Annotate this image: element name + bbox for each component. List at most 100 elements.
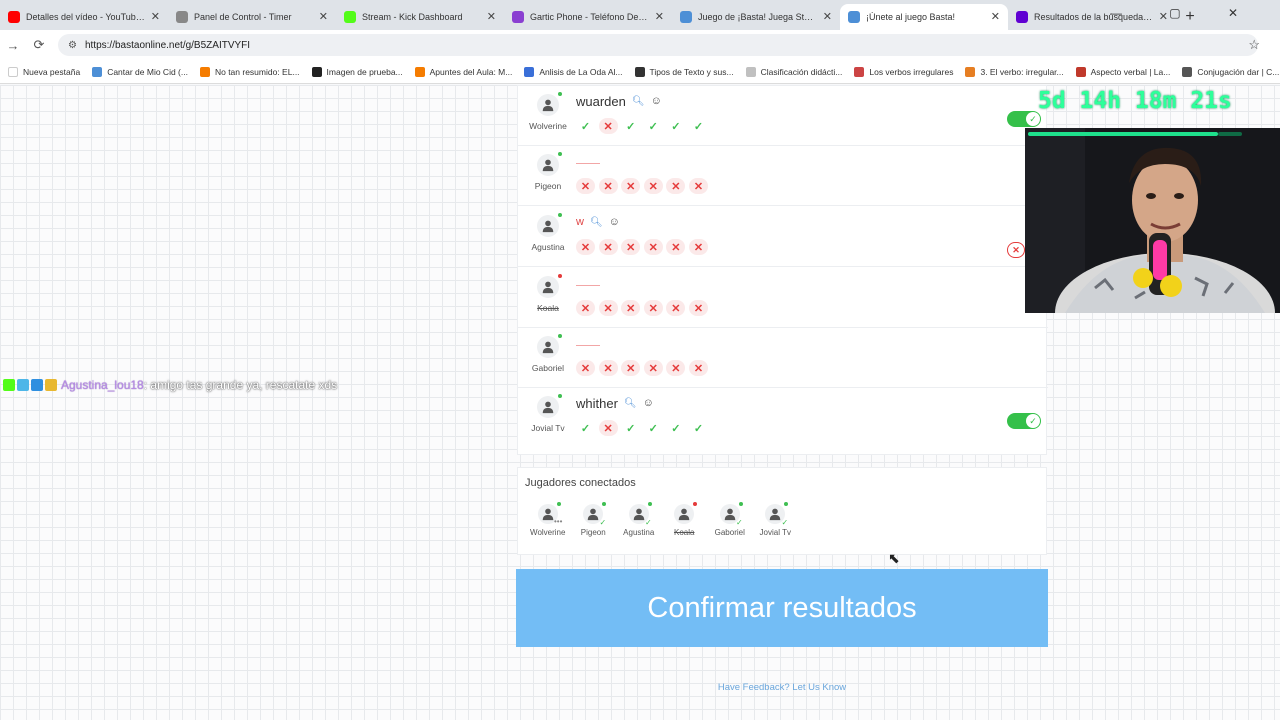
reaction-icon[interactable]: ☺ bbox=[643, 397, 654, 409]
cross-icon[interactable]: ✕ bbox=[598, 118, 618, 134]
address-bar-row: → ⟳ ⚙ https://bastaonline.net/g/B5ZAITVY… bbox=[0, 30, 1280, 60]
status-dot bbox=[784, 502, 789, 506]
bookmark-item[interactable]: Conjugación dar | C... bbox=[1182, 66, 1279, 77]
tab-close-icon[interactable]: ✕ bbox=[655, 10, 664, 23]
check-icon[interactable]: ✓ bbox=[621, 420, 640, 436]
tab-close-icon[interactable]: ✕ bbox=[151, 10, 160, 23]
check-icon[interactable]: ✓ bbox=[576, 420, 595, 436]
bookmark-favicon-icon bbox=[199, 66, 210, 77]
search-icon[interactable]: 🔍︎ bbox=[590, 217, 603, 228]
reload-icon[interactable]: ⟳ bbox=[26, 37, 52, 53]
browser-tab[interactable]: Panel de Control - Timer ✕ bbox=[168, 4, 336, 30]
check-icon[interactable]: ✓ bbox=[666, 118, 685, 134]
player-avatar bbox=[674, 502, 698, 524]
check-icon[interactable]: ✓ bbox=[689, 420, 708, 436]
timer-progress-bar bbox=[1028, 132, 1219, 136]
cross-icon[interactable]: ✕ bbox=[621, 300, 641, 316]
bookmark-item[interactable]: Clasificación didácti... bbox=[745, 66, 842, 77]
site-settings-icon[interactable]: ⚙ bbox=[68, 40, 77, 51]
player-name: Koala bbox=[674, 528, 695, 537]
check-icon[interactable]: ✓ bbox=[666, 420, 685, 436]
bookmark-star-icon[interactable]: ☆ bbox=[1248, 37, 1260, 53]
cross-icon[interactable]: ✕ bbox=[643, 360, 663, 376]
bookmark-item[interactable]: Cantar de Mio Cid (... bbox=[92, 66, 188, 77]
check-icon[interactable]: ✓ bbox=[644, 420, 663, 436]
check-icon[interactable]: ✓ bbox=[689, 118, 708, 134]
tab-close-icon[interactable]: ✕ bbox=[823, 10, 832, 23]
bookmark-item[interactable]: Nueva pestaña bbox=[8, 66, 80, 77]
check-icon[interactable]: ✓ bbox=[644, 118, 663, 134]
bookmark-item[interactable]: Imagen de prueba... bbox=[311, 66, 403, 77]
bookmark-item[interactable]: Apuntes del Aula: M... bbox=[414, 66, 512, 77]
window-controls[interactable]: — ▢ ✕ bbox=[1110, 6, 1260, 20]
cross-icon[interactable]: ✕ bbox=[621, 239, 641, 255]
answer-line: w 🔍︎ ☺ bbox=[576, 213, 620, 231]
cross-icon[interactable]: ✕ bbox=[576, 360, 595, 376]
bookmark-item[interactable]: Los verbos irregulares bbox=[854, 66, 953, 77]
player-info: Koala bbox=[526, 274, 570, 313]
tab-favicon-icon bbox=[512, 11, 524, 23]
browser-tab[interactable]: ¡Únete al juego Basta! ✕ bbox=[840, 4, 1008, 30]
ready-check-icon: ✓ bbox=[645, 518, 652, 527]
cross-icon[interactable]: ✕ bbox=[598, 300, 618, 316]
player-name: Jovial Tv bbox=[759, 528, 791, 537]
cross-icon[interactable]: ✕ bbox=[576, 239, 595, 255]
cross-icon[interactable]: ✕ bbox=[598, 420, 618, 436]
player-info: Agustina bbox=[526, 213, 570, 252]
tab-close-icon[interactable]: ✕ bbox=[991, 10, 1000, 23]
cross-icon[interactable]: ✕ bbox=[621, 360, 641, 376]
bookmark-favicon-icon bbox=[414, 66, 425, 77]
kick-badge-icon bbox=[3, 379, 15, 391]
cross-icon[interactable]: ✕ bbox=[688, 239, 708, 255]
cross-icon[interactable]: ✕ bbox=[688, 360, 708, 376]
forward-icon[interactable]: → bbox=[0, 38, 26, 53]
cross-icon[interactable]: ✕ bbox=[598, 360, 618, 376]
approve-toggle[interactable]: ✓ bbox=[1007, 413, 1041, 429]
cross-icon[interactable]: ✕ bbox=[666, 239, 686, 255]
bookmark-item[interactable]: Tipos de Texto y sus... bbox=[634, 66, 734, 77]
check-icon[interactable]: ✓ bbox=[621, 118, 640, 134]
confirm-results-button[interactable]: Confirmar resultados bbox=[516, 569, 1048, 647]
bookmark-item[interactable]: 3. El verbo: irregular... bbox=[965, 66, 1064, 77]
search-icon[interactable]: 🔍︎ bbox=[624, 398, 637, 409]
search-icon[interactable]: 🔍︎ bbox=[632, 96, 645, 107]
bookmark-label: Imagen de prueba... bbox=[326, 66, 403, 77]
bookmark-favicon-icon bbox=[8, 66, 18, 77]
cross-icon[interactable]: ✕ bbox=[598, 239, 618, 255]
browser-tab[interactable]: Stream - Kick Dashboard ✕ bbox=[336, 4, 504, 30]
browser-tab[interactable]: Gartic Phone - Teléfono Desco ✕ bbox=[504, 4, 672, 30]
browser-tab[interactable]: Detalles del vídeo - YouTube St ✕ bbox=[0, 4, 168, 30]
cross-icon[interactable]: ✕ bbox=[643, 300, 663, 316]
cross-icon[interactable]: ✕ bbox=[688, 178, 708, 194]
reaction-icon[interactable]: ☺ bbox=[651, 95, 662, 107]
cross-icon[interactable]: ✕ bbox=[598, 178, 618, 194]
player-result-row: Wolverine wuarden 🔍︎ ☺ ✓ ✕ ✓ ✓ ✓ ✓ ✓ bbox=[518, 86, 1048, 146]
cross-icon[interactable]: ✕ bbox=[576, 178, 595, 194]
url-input[interactable]: ⚙ https://bastaonline.net/g/B5ZAITVYFI bbox=[58, 34, 1258, 56]
cross-icon[interactable]: ✕ bbox=[643, 239, 663, 255]
reaction-icon[interactable]: ☺ bbox=[609, 216, 620, 228]
bookmark-label: Cantar de Mio Cid (... bbox=[107, 66, 188, 77]
reject-icon[interactable]: ✕ bbox=[1007, 242, 1025, 258]
cross-icon[interactable]: ✕ bbox=[643, 178, 663, 194]
cross-icon[interactable]: ✕ bbox=[666, 178, 686, 194]
connected-title: Jugadores conectados bbox=[525, 477, 636, 489]
check-icon[interactable]: ✓ bbox=[576, 118, 595, 134]
webcam-feed bbox=[1025, 128, 1280, 313]
tab-close-icon[interactable]: ✕ bbox=[319, 10, 328, 23]
cross-icon[interactable]: ✕ bbox=[666, 300, 686, 316]
cross-icon[interactable]: ✕ bbox=[621, 178, 641, 194]
toggle-check-icon: ✓ bbox=[1026, 112, 1040, 126]
mouse-cursor-icon: ⬉ bbox=[888, 550, 900, 566]
bookmark-item[interactable]: Aspecto verbal | La... bbox=[1075, 66, 1170, 77]
cross-icon[interactable]: ✕ bbox=[666, 360, 686, 376]
tab-close-icon[interactable]: ✕ bbox=[487, 10, 496, 23]
ready-check-icon: ✓ bbox=[781, 518, 789, 527]
cross-icon[interactable]: ✕ bbox=[688, 300, 708, 316]
browser-tab[interactable]: Juego de ¡Basta! Juega Stop, Tu ✕ bbox=[672, 4, 840, 30]
feedback-link[interactable]: Have Feedback? Let Us Know bbox=[516, 682, 1048, 693]
bookmark-item[interactable]: Anlisis de La Oda Al... bbox=[524, 66, 623, 77]
bookmark-item[interactable]: No tan resumido: EL... bbox=[199, 66, 300, 77]
cross-icon[interactable]: ✕ bbox=[576, 300, 595, 316]
approve-toggle[interactable]: ✓ bbox=[1007, 111, 1041, 127]
